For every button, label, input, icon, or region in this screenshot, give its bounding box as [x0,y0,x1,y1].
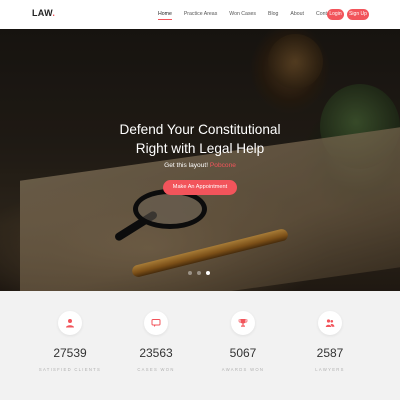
slider-dot-2[interactable] [197,271,201,275]
site-header: LAW. Home Practice Areas Won Cases Blog … [0,0,400,29]
main-nav: Home Practice Areas Won Cases Blog About… [158,11,346,20]
nav-item-practice-areas[interactable]: Practice Areas [184,11,217,17]
stat-value: 27539 [53,346,87,360]
stats-section: 27539 SATISFIED CLIENTS 23563 CASES WON … [0,291,400,400]
chat-icon [144,311,168,335]
nav-item-home[interactable]: Home [158,11,172,20]
nav-item-won-cases[interactable]: Won Cases [229,11,256,17]
stat-value: 5067 [229,346,257,360]
hero-title: Defend Your Constitutional Right with Le… [0,120,400,158]
nav-item-about[interactable]: About [290,11,304,17]
trophy-icon [231,311,255,335]
hero-subtitle-text: Get this layout! [164,162,209,169]
stat-label: CASES WON [137,367,175,372]
slider-dots [188,271,210,275]
stat-label: AWARDS WON [221,367,265,372]
signup-button[interactable]: Sign Up [347,9,369,20]
hero-subtitle-link[interactable]: Pobcone [210,162,236,169]
hero-subtitle: Get this layout! Pobcone [0,162,400,169]
user-icon [58,311,82,335]
stat-label: SATISFIED CLIENTS [38,367,102,372]
logo[interactable]: LAW. [32,8,55,18]
logo-text: LAW [32,8,53,18]
stat-value: 23563 [139,346,173,360]
slider-dot-3[interactable] [206,271,210,275]
hero-title-line-1: Defend Your Constitutional [119,122,281,137]
slider-dot-1[interactable] [188,271,192,275]
lawyers-icon [318,311,342,335]
hero-banner: Defend Your Constitutional Right with Le… [0,29,400,291]
login-button[interactable]: Login [327,9,344,20]
nav-item-blog[interactable]: Blog [268,11,278,17]
logo-dot: . [52,8,56,18]
stat-label: LAWYERS [315,367,345,372]
hero-title-line-2: Right with Legal Help [135,141,265,156]
hero-overlay [0,29,400,291]
stat-value: 2587 [316,346,344,360]
make-appointment-button[interactable]: Make An Appointment [163,180,237,195]
